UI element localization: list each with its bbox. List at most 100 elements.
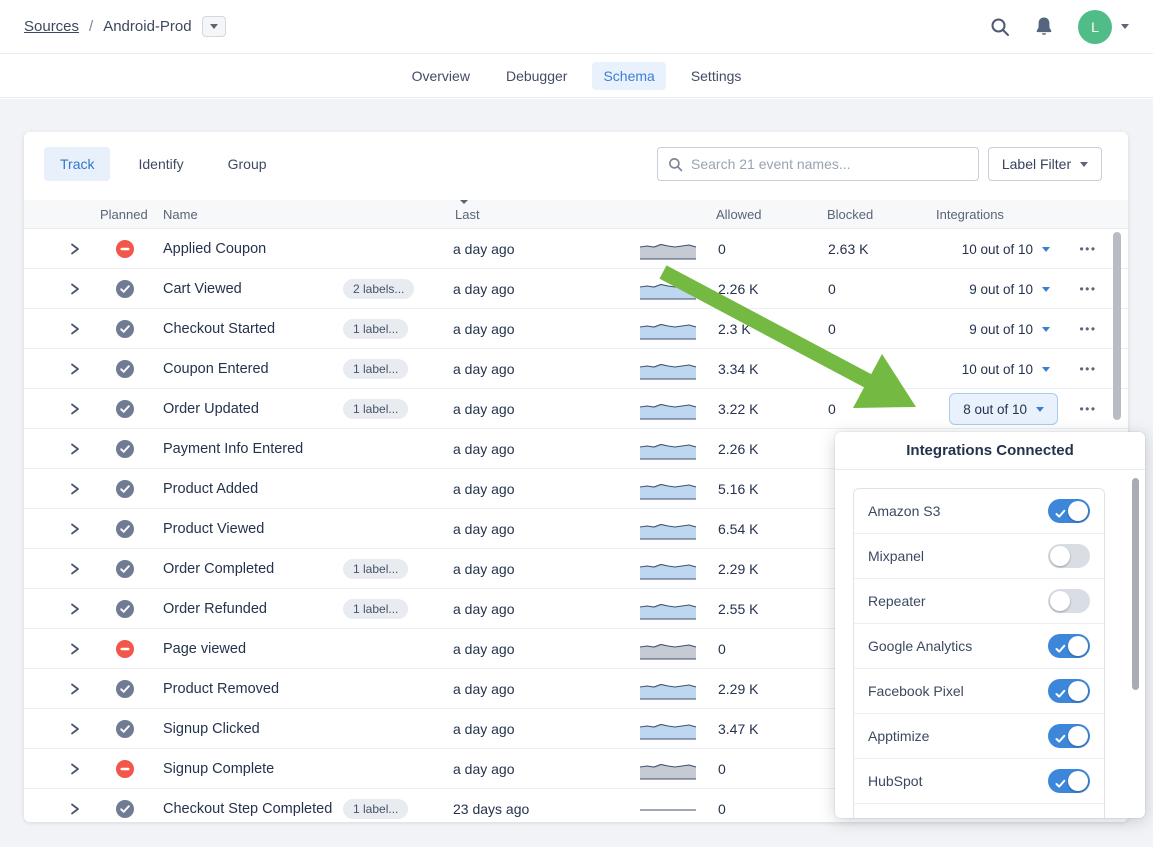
event-name[interactable]: Cart Viewed xyxy=(163,269,242,309)
expand-chevron-icon[interactable] xyxy=(70,269,90,309)
table-row: Cart Viewed 2 labels... a day ago 2.26 K… xyxy=(24,269,1128,309)
row-menu-button[interactable]: ••• xyxy=(1071,349,1105,389)
event-search-input[interactable] xyxy=(691,156,968,172)
sparkline xyxy=(640,438,696,460)
expand-chevron-icon[interactable] xyxy=(70,709,90,749)
event-name[interactable]: Signup Complete xyxy=(163,749,274,789)
expand-chevron-icon[interactable] xyxy=(70,629,90,669)
row-menu-button[interactable]: ••• xyxy=(1071,229,1105,269)
expand-chevron-icon[interactable] xyxy=(70,749,90,789)
row-menu-button[interactable]: ••• xyxy=(1071,389,1105,429)
source-switcher-dropdown[interactable] xyxy=(202,16,226,37)
integrations-dropdown[interactable]: 10 out of 10 xyxy=(880,349,1050,389)
integration-toggle-repeater[interactable] xyxy=(1048,589,1090,613)
label-badge-cell: 1 label... xyxy=(343,349,408,389)
last-seen: a day ago xyxy=(453,749,515,789)
tab-settings[interactable]: Settings xyxy=(680,62,753,90)
expand-chevron-icon[interactable] xyxy=(70,429,90,469)
label-badge[interactable]: 1 label... xyxy=(343,319,408,339)
allowed-count: 0 xyxy=(718,749,726,789)
row-menu-button[interactable]: ••• xyxy=(1071,309,1105,349)
event-name[interactable]: Page viewed xyxy=(163,629,246,669)
expand-chevron-icon[interactable] xyxy=(70,349,90,389)
integration-name: Amazon S3 xyxy=(868,503,940,519)
expand-chevron-icon[interactable] xyxy=(70,229,90,269)
expand-chevron-icon[interactable] xyxy=(70,589,90,629)
expand-chevron-icon[interactable] xyxy=(70,789,90,822)
integration-name: Mixpanel xyxy=(868,548,924,564)
label-filter-button[interactable]: Label Filter xyxy=(988,147,1102,181)
schema-tab-track[interactable]: Track xyxy=(44,147,110,181)
event-name[interactable]: Product Removed xyxy=(163,669,279,709)
label-badge[interactable]: 1 label... xyxy=(343,399,408,419)
integration-toggle-apptimize[interactable] xyxy=(1048,724,1090,748)
search-icon[interactable] xyxy=(990,17,1010,37)
event-name[interactable]: Product Added xyxy=(163,469,258,509)
expand-chevron-icon[interactable] xyxy=(70,469,90,509)
planned-check-icon xyxy=(100,589,150,629)
integrations-dropdown[interactable]: 9 out of 10 xyxy=(880,269,1050,309)
allowed-count: 0 xyxy=(718,229,726,269)
allowed-count: 2.29 K xyxy=(718,549,758,589)
breadcrumb: Sources / Android-Prod xyxy=(24,16,226,37)
label-badge[interactable]: 1 label... xyxy=(343,599,408,619)
integrations-dropdown[interactable]: 10 out of 10 xyxy=(880,229,1050,269)
toggle-knob xyxy=(1068,726,1088,746)
expand-chevron-icon[interactable] xyxy=(70,309,90,349)
expand-chevron-icon[interactable] xyxy=(70,389,90,429)
integrations-dropdown[interactable]: 9 out of 10 xyxy=(880,309,1050,349)
avatar[interactable]: L xyxy=(1078,10,1112,44)
event-name[interactable]: Checkout Step Completed xyxy=(163,789,332,822)
event-name[interactable]: Order Updated xyxy=(163,389,259,429)
last-seen: a day ago xyxy=(453,589,515,629)
integrations-dropdown[interactable]: 8 out of 10 xyxy=(949,393,1058,425)
integration-name: Repeater xyxy=(868,593,926,609)
label-badge[interactable]: 1 label... xyxy=(343,359,408,379)
integration-name: Google Analytics xyxy=(868,638,972,654)
integration-row: Facebook Pixel xyxy=(854,669,1104,714)
event-name[interactable]: Applied Coupon xyxy=(163,229,266,269)
schema-tab-identify[interactable]: Identify xyxy=(122,147,199,181)
planned-check-icon xyxy=(100,709,150,749)
event-name[interactable]: Payment Info Entered xyxy=(163,429,303,469)
check-icon xyxy=(1055,776,1066,794)
integration-toggle-amazon-s3[interactable] xyxy=(1048,499,1090,523)
allowed-count: 5.16 K xyxy=(718,469,758,509)
expand-chevron-icon[interactable] xyxy=(70,669,90,709)
planned-check-icon xyxy=(100,349,150,389)
popup-scrollbar[interactable] xyxy=(1132,478,1139,690)
sparkline xyxy=(640,278,696,300)
last-seen: a day ago xyxy=(453,549,515,589)
integration-toggle-mixpanel[interactable] xyxy=(1048,544,1090,568)
tab-debugger[interactable]: Debugger xyxy=(495,62,579,90)
label-badge[interactable]: 1 label... xyxy=(343,799,408,819)
expand-chevron-icon[interactable] xyxy=(70,509,90,549)
table-scrollbar[interactable] xyxy=(1113,232,1121,420)
last-seen: a day ago xyxy=(453,709,515,749)
label-badge[interactable]: 1 label... xyxy=(343,559,408,579)
check-icon xyxy=(1055,641,1066,659)
event-name[interactable]: Order Completed xyxy=(163,549,274,589)
integration-toggle-facebook-pixel[interactable] xyxy=(1048,679,1090,703)
event-name[interactable]: Signup Clicked xyxy=(163,709,260,749)
chevron-down-icon xyxy=(1042,287,1050,292)
integrations-list: Amazon S3 Mixpanel Repeater Google Analy… xyxy=(853,488,1105,818)
account-menu[interactable]: L xyxy=(1078,10,1129,44)
tab-overview[interactable]: Overview xyxy=(401,62,481,90)
label-badge[interactable]: 2 labels... xyxy=(343,279,414,299)
sparkline xyxy=(640,518,696,540)
chevron-down-icon xyxy=(1042,367,1050,372)
tab-schema[interactable]: Schema xyxy=(592,62,665,90)
event-name[interactable]: Order Refunded xyxy=(163,589,267,629)
event-name[interactable]: Product Viewed xyxy=(163,509,264,549)
event-name[interactable]: Coupon Entered xyxy=(163,349,269,389)
notifications-bell-icon[interactable] xyxy=(1034,16,1054,37)
integration-toggle-hubspot[interactable] xyxy=(1048,769,1090,793)
expand-chevron-icon[interactable] xyxy=(70,549,90,589)
row-menu-button[interactable]: ••• xyxy=(1071,269,1105,309)
header-allowed: Allowed xyxy=(716,200,762,229)
event-name[interactable]: Checkout Started xyxy=(163,309,275,349)
integration-toggle-google-analytics[interactable] xyxy=(1048,634,1090,658)
breadcrumb-sources-link[interactable]: Sources xyxy=(24,18,79,35)
schema-tab-group[interactable]: Group xyxy=(212,147,283,181)
